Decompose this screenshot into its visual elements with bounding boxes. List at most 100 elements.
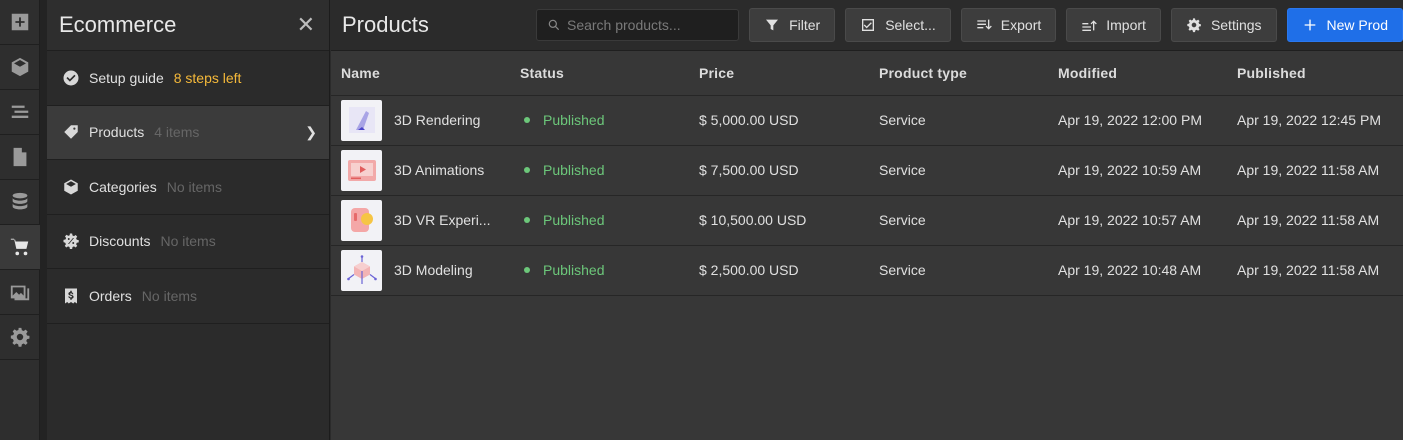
images-icon: [10, 285, 30, 301]
published-cell: Apr 19, 2022 11:58 AM: [1227, 145, 1403, 196]
column-header-name[interactable]: Name: [331, 51, 510, 96]
nav-label: Products: [89, 124, 145, 141]
status-text: Published: [543, 212, 605, 228]
nav-item-setup-guide[interactable]: Setup guide 8 steps left: [47, 51, 329, 106]
nav-meta: No items: [141, 287, 198, 304]
nav-meta: No items: [160, 233, 216, 250]
animation-thumbnail-icon: [347, 160, 376, 181]
products-main: Products Filter Select... Export Import …: [331, 0, 1403, 440]
nav-label: Discounts: [89, 233, 151, 250]
tag-icon: [64, 125, 78, 139]
price-cell: $ 5,000.00 USD: [689, 95, 869, 146]
import-icon: [1082, 20, 1098, 31]
nav-label: Setup guide: [89, 69, 164, 86]
import-button[interactable]: Import: [1066, 8, 1161, 42]
vr-thumbnail-icon: [350, 208, 373, 232]
export-icon: [977, 19, 992, 30]
status-text: Published: [543, 262, 605, 278]
table-header-row: Name Status Price Product type Modified …: [331, 51, 1403, 96]
product-name: 3D Animations: [394, 162, 485, 178]
product-thumbnail: [341, 249, 382, 291]
nav-item-orders[interactable]: Orders No items: [47, 269, 329, 324]
type-cell: Service: [869, 145, 1048, 196]
column-header-status[interactable]: Status: [510, 51, 689, 96]
nav-meta: 8 steps left: [173, 69, 242, 86]
status-dot: [524, 117, 530, 123]
type-cell: Service: [869, 95, 1048, 146]
checkbox-icon: [862, 19, 875, 31]
status-badge: Published: [520, 162, 689, 178]
ecommerce-panel: Ecommerce ✕ Setup guide 8 steps left Pro…: [47, 0, 330, 440]
rail-cms[interactable]: [0, 180, 40, 225]
box-icon: [11, 57, 29, 77]
published-cell: Apr 19, 2022 11:58 AM: [1227, 195, 1403, 246]
rail-assets[interactable]: [0, 270, 40, 315]
status-dot: [524, 167, 530, 173]
nav-item-categories[interactable]: Categories No items: [47, 160, 329, 215]
settings-button[interactable]: Settings: [1170, 8, 1277, 42]
export-label: Export: [1000, 17, 1042, 33]
modified-cell: Apr 19, 2022 10:59 AM: [1048, 145, 1227, 196]
new-product-label: New Prod: [1326, 17, 1388, 33]
export-button[interactable]: Export: [960, 8, 1057, 42]
box-icon: [64, 179, 78, 195]
list-icon: [11, 105, 29, 118]
product-thumbnail: [341, 199, 382, 241]
search-box[interactable]: [535, 9, 740, 41]
rail-settings[interactable]: [0, 315, 40, 360]
table-row[interactable]: 3D Modeling Published $ 2,500.00 USD Ser…: [331, 245, 1403, 296]
rail-ecommerce[interactable]: [0, 225, 40, 270]
rail-navigator[interactable]: [0, 90, 40, 135]
rail-add[interactable]: [0, 0, 40, 45]
import-label: Import: [1106, 17, 1146, 33]
nav-item-products[interactable]: Products 4 items ❯: [47, 105, 329, 160]
published-cell: Apr 19, 2022 11:58 AM: [1227, 245, 1403, 296]
column-header-type[interactable]: Product type: [869, 51, 1048, 96]
icon-rail: [0, 0, 40, 440]
nav-item-discounts[interactable]: Discounts No items: [47, 215, 329, 269]
select-button[interactable]: Select...: [845, 8, 951, 42]
select-label: Select...: [885, 17, 936, 33]
table-row[interactable]: 3D Rendering Published $ 5,000.00 USD Se…: [331, 95, 1403, 146]
price-cell: $ 7,500.00 USD: [689, 145, 869, 196]
rendering-thumbnail-icon: [348, 107, 375, 133]
settings-label: Settings: [1210, 17, 1262, 33]
page-icon: [13, 147, 27, 167]
modified-cell: Apr 19, 2022 12:00 PM: [1048, 95, 1227, 146]
products-table: Name Status Price Product type Modified …: [331, 51, 1403, 296]
close-icon[interactable]: ✕: [297, 14, 315, 36]
filter-button[interactable]: Filter: [749, 8, 836, 42]
panel-title: Ecommerce: [59, 12, 177, 37]
table-row[interactable]: 3D Animations Published $ 7,500.00 USD S…: [331, 145, 1403, 196]
nav-label: Categories: [89, 178, 157, 195]
modified-cell: Apr 19, 2022 10:48 AM: [1048, 245, 1227, 296]
modeling-thumbnail-icon: [346, 255, 377, 284]
price-cell: $ 2,500.00 USD: [689, 245, 869, 296]
plus-icon: [1304, 19, 1315, 31]
filter-label: Filter: [789, 17, 821, 33]
search-input[interactable]: [566, 17, 727, 33]
status-badge: Published: [520, 262, 689, 278]
type-cell: Service: [869, 195, 1048, 246]
status-dot: [524, 217, 530, 223]
status-dot: [524, 267, 530, 273]
cart-icon: [10, 238, 29, 256]
status-text: Published: [543, 112, 605, 128]
product-name: 3D Modeling: [394, 262, 473, 278]
modified-cell: Apr 19, 2022 10:57 AM: [1048, 195, 1227, 246]
product-name: 3D Rendering: [394, 112, 481, 128]
table-row[interactable]: 3D VR Experi... Published $ 10,500.00 US…: [331, 195, 1403, 246]
receipt-icon: [65, 288, 77, 304]
discount-icon: [63, 233, 79, 250]
rail-pages[interactable]: [0, 135, 40, 180]
column-header-price[interactable]: Price: [689, 51, 869, 96]
status-badge: Published: [520, 112, 689, 128]
column-header-modified[interactable]: Modified: [1048, 51, 1227, 96]
status-badge: Published: [520, 212, 689, 228]
rail-components[interactable]: [0, 45, 40, 90]
product-thumbnail: [341, 99, 382, 141]
new-product-button[interactable]: New Prod: [1286, 8, 1403, 42]
type-cell: Service: [869, 245, 1048, 296]
column-header-published[interactable]: Published: [1227, 51, 1403, 96]
filter-icon: [766, 19, 779, 31]
